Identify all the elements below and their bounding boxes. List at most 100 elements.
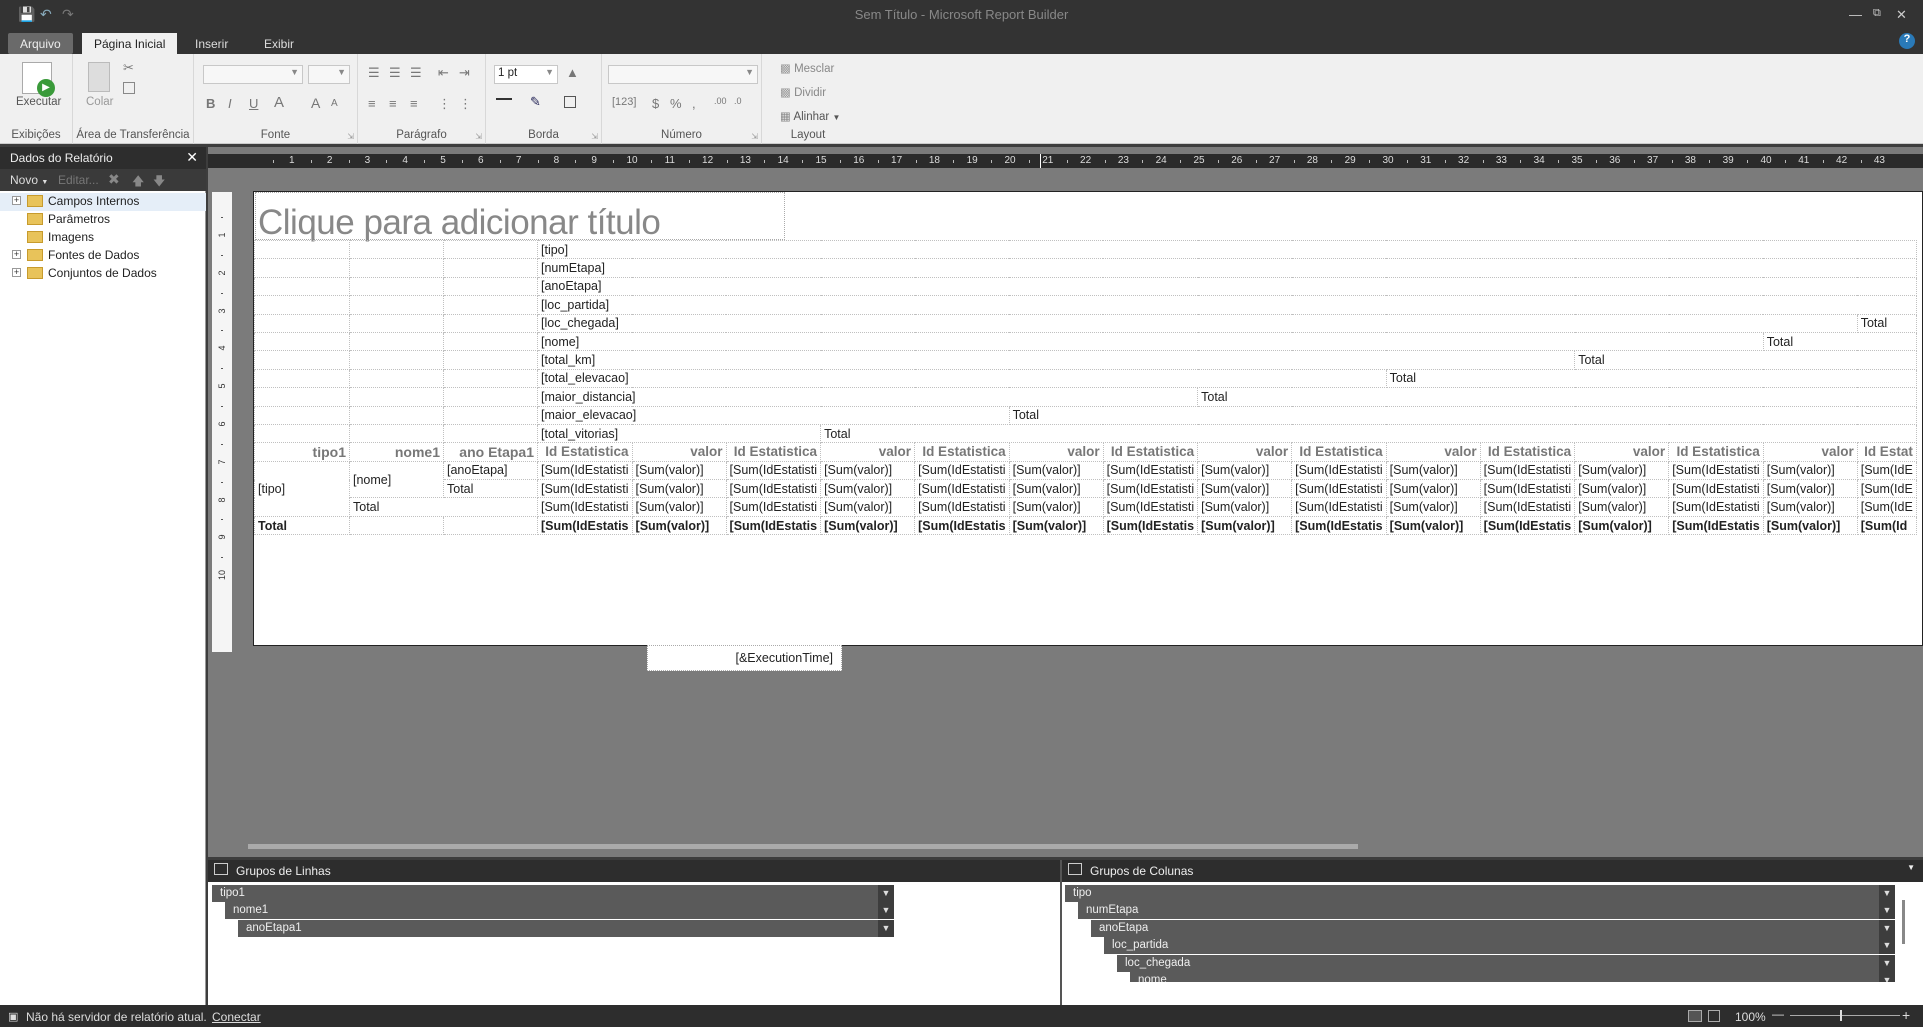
- data-cell[interactable]: [Sum(valor)]: [1762, 479, 1858, 499]
- column-header-cell[interactable]: valor: [1574, 442, 1670, 462]
- total-cell[interactable]: Total: [820, 423, 1917, 444]
- data-cell[interactable]: [Sum(IdEstatisti: [1291, 497, 1387, 517]
- data-cell[interactable]: [Sum(IdEstatisti: [1668, 497, 1764, 517]
- corner-cell[interactable]: [254, 313, 350, 333]
- ano-etapa-cell[interactable]: [anoEtapa]: [443, 460, 538, 481]
- corner-cell[interactable]: [254, 405, 350, 425]
- tab-inserir[interactable]: Inserir: [183, 33, 240, 54]
- currency-icon[interactable]: $: [652, 96, 659, 111]
- data-cell[interactable]: [Sum(valor)]: [1574, 460, 1670, 481]
- italic-icon[interactable]: I: [228, 96, 232, 111]
- data-cell[interactable]: [Sum(Id: [1856, 515, 1917, 536]
- column-header-cell[interactable]: Id Estat: [1856, 442, 1917, 462]
- column-header-cell[interactable]: valor: [1385, 442, 1481, 462]
- column-header-cell[interactable]: valor: [1762, 442, 1858, 462]
- data-cell[interactable]: [Sum(valor)]: [1197, 497, 1293, 517]
- column-group-item[interactable]: anoEtapa ▼: [1091, 919, 1895, 937]
- total-cell[interactable]: Total: [349, 497, 538, 517]
- editar-button[interactable]: Editar...: [58, 173, 99, 187]
- corner-cell[interactable]: [443, 239, 538, 260]
- mesclar-button[interactable]: ▩ Mesclar: [780, 61, 834, 75]
- corner-cell[interactable]: [443, 387, 538, 407]
- font-size-combo[interactable]: ▼: [308, 65, 350, 84]
- restore-icon[interactable]: ⧉: [1873, 7, 1881, 20]
- data-cell[interactable]: [Sum(valor)]: [820, 479, 916, 499]
- corner-cell[interactable]: [443, 258, 538, 278]
- corner-cell[interactable]: [254, 331, 350, 352]
- data-cell[interactable]: [Sum(valor)]: [631, 515, 727, 536]
- number-format-combo[interactable]: ▼: [608, 65, 758, 84]
- column-group-item[interactable]: loc_partida ▼: [1104, 937, 1895, 955]
- data-cell[interactable]: [Sum(IdEstatisti: [537, 497, 633, 517]
- move-up-icon[interactable]: 🡅: [132, 172, 144, 193]
- cut-icon[interactable]: ✂: [123, 60, 134, 76]
- expand-icon[interactable]: +: [12, 250, 21, 259]
- border-width-combo[interactable]: 1 pt ▼: [494, 65, 558, 84]
- column-header-cell[interactable]: Id Estatistica: [725, 442, 822, 462]
- data-cell[interactable]: [Sum(valor)]: [631, 460, 727, 481]
- dialog-launcher-icon[interactable]: ⇲: [591, 132, 598, 141]
- total-cell[interactable]: Total: [443, 479, 538, 499]
- font-color-icon[interactable]: A: [274, 94, 284, 111]
- corner-cell[interactable]: [349, 331, 444, 352]
- data-cell[interactable]: [Sum(valor)]: [1008, 460, 1104, 481]
- data-cell[interactable]: [Sum(IdEstatisti: [1668, 460, 1764, 481]
- dialog-launcher-icon[interactable]: ⇲: [475, 132, 482, 141]
- executar-button[interactable]: Executar: [16, 96, 61, 108]
- row-header-cell[interactable]: tipo1: [254, 442, 350, 462]
- data-cell[interactable]: [Sum(IdEstatisti: [537, 479, 633, 499]
- corner-cell[interactable]: [349, 350, 444, 370]
- column-header-cell[interactable]: valor: [1197, 442, 1293, 462]
- corner-cell[interactable]: [349, 423, 444, 444]
- tree-item-conjuntos-de-dados[interactable]: + Conjuntos de Dados: [0, 265, 206, 283]
- row-header-cell[interactable]: nome1: [349, 442, 444, 462]
- expand-icon[interactable]: +: [12, 196, 21, 205]
- empty-cell[interactable]: [349, 515, 444, 536]
- data-cell[interactable]: [Sum(valor)]: [1574, 479, 1670, 499]
- chevron-down-icon[interactable]: ▼: [878, 902, 894, 920]
- column-header-cell[interactable]: valor: [820, 442, 916, 462]
- corner-cell[interactable]: [254, 387, 350, 407]
- tree-item-campos-internos[interactable]: + Campos Internos: [0, 193, 206, 211]
- column-header-cell[interactable]: Id Estatistica: [1668, 442, 1764, 462]
- total-cell[interactable]: Total: [1856, 313, 1917, 333]
- horizontal-scrollbar[interactable]: [248, 844, 1358, 849]
- column-group-cell[interactable]: [maior_distancia]: [536, 387, 1199, 407]
- corner-cell[interactable]: [349, 239, 444, 260]
- copy-icon[interactable]: [123, 82, 135, 94]
- data-cell[interactable]: [Sum(valor)]: [820, 515, 916, 536]
- tree-item-imagens[interactable]: Imagens: [0, 229, 206, 247]
- column-group-cell[interactable]: [total_km]: [536, 350, 1576, 370]
- data-cell[interactable]: [Sum(IdEstatis: [725, 515, 822, 536]
- font-name-combo[interactable]: ▼: [203, 65, 303, 84]
- column-group-cell[interactable]: [anoEtapa]: [537, 276, 1917, 297]
- zoom-out-icon[interactable]: —: [1772, 1007, 1784, 1021]
- placeholder-styles-icon[interactable]: [123]: [612, 96, 636, 108]
- corner-cell[interactable]: [254, 350, 350, 370]
- chevron-down-icon[interactable]: ▼: [1879, 972, 1895, 982]
- total-cell[interactable]: Total: [1008, 405, 1917, 425]
- data-cell[interactable]: [Sum(valor)]: [631, 479, 727, 499]
- matrix-tablix[interactable]: [tipo] [numEtapa] [anoEtapa] [loc_partida][…: [254, 239, 1917, 536]
- zoom-in-icon[interactable]: +: [1902, 1007, 1910, 1023]
- data-cell[interactable]: [Sum(IdEstatisti: [1102, 460, 1199, 481]
- expand-icon[interactable]: +: [12, 268, 21, 277]
- increase-decimal-icon[interactable]: .00: [714, 96, 727, 106]
- data-cell[interactable]: [Sum(IdEstatisti: [1479, 497, 1576, 517]
- data-cell[interactable]: [Sum(IdE: [1856, 479, 1917, 499]
- align-right-icon[interactable]: ≡: [410, 96, 418, 111]
- row-group-item[interactable]: tipo1 ▼: [212, 885, 894, 902]
- corner-cell[interactable]: [349, 368, 444, 389]
- align-left-icon[interactable]: ≡: [368, 96, 376, 111]
- tab-arquivo[interactable]: Arquivo: [8, 33, 73, 54]
- novo-button[interactable]: Novo ▼: [10, 173, 48, 187]
- corner-cell[interactable]: [349, 387, 444, 407]
- column-header-cell[interactable]: valor: [1008, 442, 1104, 462]
- tab-pagina-inicial[interactable]: Página Inicial: [82, 33, 178, 54]
- align-middle-icon[interactable]: ☰: [389, 65, 401, 81]
- print-layout-icon[interactable]: [1708, 1010, 1720, 1022]
- tree-item-parametros[interactable]: Parâmetros: [0, 211, 206, 229]
- data-cell[interactable]: [Sum(valor)]: [1574, 515, 1670, 536]
- data-cell[interactable]: [Sum(IdEstatisti: [725, 479, 822, 499]
- zoom-thumb[interactable]: [1840, 1010, 1842, 1021]
